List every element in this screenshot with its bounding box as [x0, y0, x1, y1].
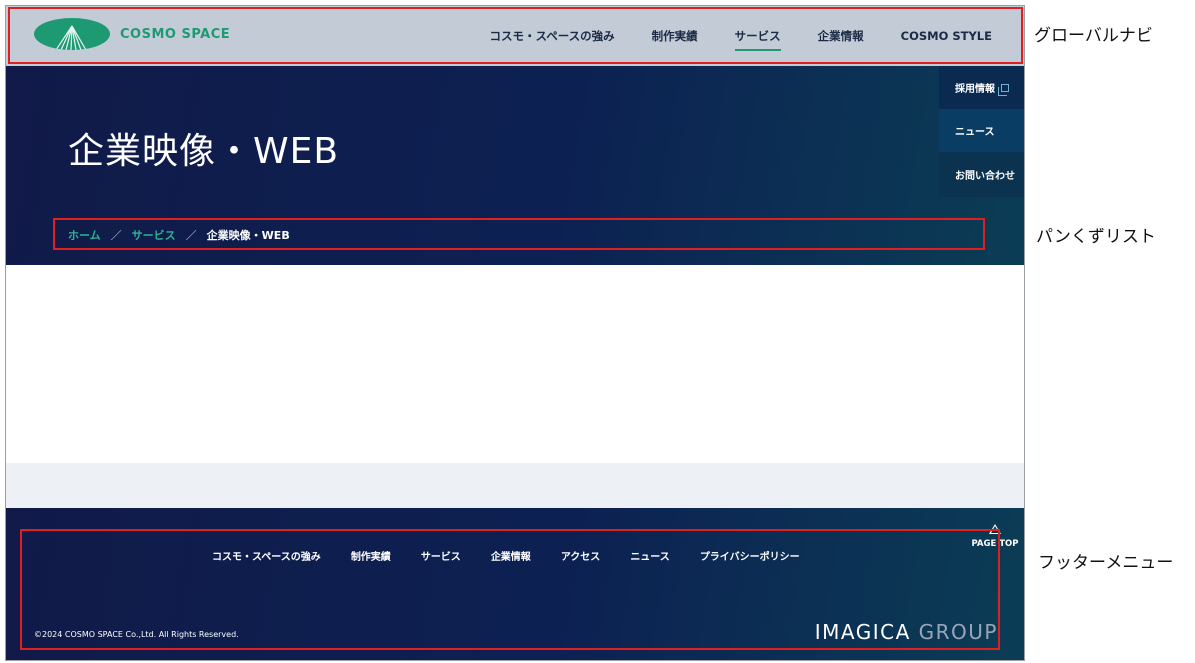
nav-item-strengths[interactable]: コスモ・スペースの強み	[490, 28, 615, 44]
breadcrumb-home[interactable]: ホーム	[68, 227, 101, 243]
global-nav: COSMO SPACE コスモ・スペースの強み 制作実績 サービス 企業情報 C…	[6, 6, 1024, 66]
breadcrumb-separator: ／	[185, 229, 197, 242]
annotation-label-breadcrumb: パンくずリスト	[1036, 227, 1156, 247]
site-footer: コスモ・スペースの強み 制作実績 サービス 企業情報 アクセス ニュース プライ…	[6, 508, 1024, 660]
side-tabs: 採用情報 ニュース お問い合わせ	[939, 66, 1024, 197]
footer-link-works[interactable]: 制作実績	[351, 548, 391, 563]
nav-item-works[interactable]: 制作実績	[652, 28, 698, 44]
footer-link-company[interactable]: 企業情報	[491, 548, 531, 563]
annotation-label-global-nav: グローバルナビ	[1034, 26, 1153, 46]
side-tab-news[interactable]: ニュース	[939, 109, 1024, 152]
pre-footer-band	[6, 463, 1024, 508]
arrow-up-icon	[989, 524, 1001, 534]
copyright: ©2024 COSMO SPACE Co.,Ltd. All Rights Re…	[34, 630, 239, 639]
external-link-icon	[998, 83, 1009, 96]
side-tab-news-label: ニュース	[955, 127, 995, 138]
footer-menu: コスモ・スペースの強み 制作実績 サービス 企業情報 アクセス ニュース プライ…	[212, 548, 830, 563]
main-content	[6, 265, 1024, 463]
main-nav: コスモ・スペースの強み 制作実績 サービス 企業情報 COSMO STYLE	[453, 6, 992, 66]
annotation-label-footer-menu: フッターメニュー	[1038, 553, 1174, 573]
website-frame: COSMO SPACE コスモ・スペースの強み 制作実績 サービス 企業情報 C…	[5, 5, 1025, 661]
footer-link-privacy[interactable]: プライバシーポリシー	[700, 548, 800, 563]
site-logo[interactable]: COSMO SPACE	[34, 18, 230, 50]
imagica-group-logo[interactable]: IMAGICA GROUP	[815, 620, 998, 644]
group-logo-part-2: GROUP	[918, 620, 998, 644]
breadcrumb: ホーム ／ サービス ／ 企業映像・WEB	[68, 227, 290, 243]
page-top-button[interactable]: PAGE TOP	[970, 524, 1020, 549]
footer-link-news[interactable]: ニュース	[630, 548, 670, 563]
nav-item-company[interactable]: 企業情報	[818, 28, 864, 44]
footer-link-strengths[interactable]: コスモ・スペースの強み	[212, 548, 321, 563]
footer-link-access[interactable]: アクセス	[561, 548, 601, 563]
breadcrumb-service[interactable]: サービス	[132, 227, 176, 243]
footer-link-services[interactable]: サービス	[421, 548, 461, 563]
breadcrumb-separator: ／	[110, 229, 122, 242]
logo-mark-icon	[34, 18, 110, 50]
side-tab-contact-label: お問い合わせ	[955, 171, 1015, 182]
side-tab-recruit-label: 採用情報	[955, 84, 995, 95]
page-title: 企業映像・WEB	[68, 131, 340, 172]
nav-item-cosmo-style[interactable]: COSMO STYLE	[901, 29, 992, 43]
logo-text: COSMO SPACE	[120, 26, 231, 42]
page-top-label: PAGE TOP	[971, 539, 1019, 549]
page-hero: 企業映像・WEB 採用情報 ニュース お問い合わせ ホーム ／ サービス ／ 企…	[6, 66, 1024, 265]
side-tab-recruit[interactable]: 採用情報	[939, 66, 1024, 109]
nav-item-services[interactable]: サービス	[734, 28, 781, 51]
side-tab-contact[interactable]: お問い合わせ	[939, 152, 1024, 197]
breadcrumb-current: 企業映像・WEB	[206, 229, 290, 242]
group-logo-part-1: IMAGICA	[814, 620, 911, 644]
